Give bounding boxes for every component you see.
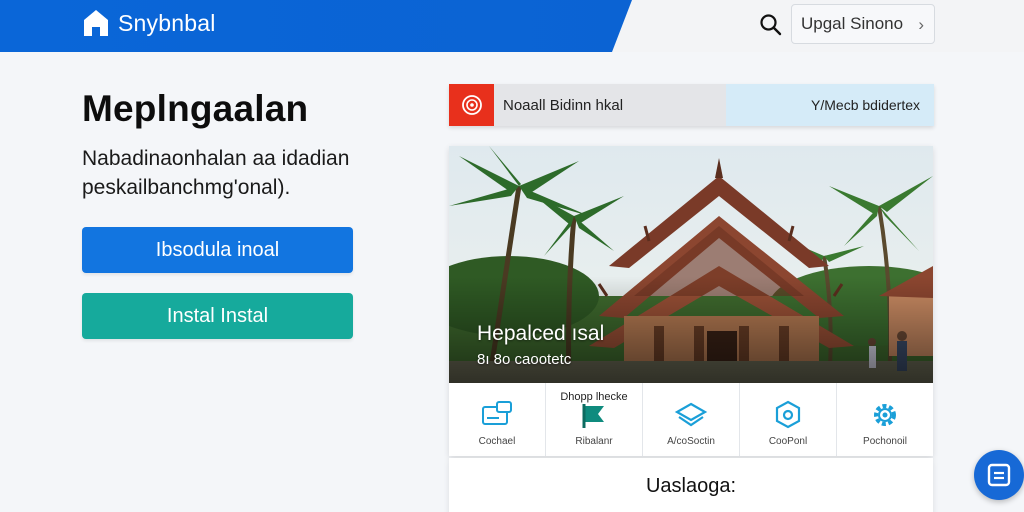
feature-card: Hepalced ısal 8ı 8o caootetc Cochael Dho…	[449, 146, 933, 456]
action-chat[interactable]: Cochael	[449, 383, 545, 456]
card-action-bar: Cochael Dhopp lhecke Ribalanr A/coSoctin	[449, 383, 933, 456]
hero-description: Nabadinaonhalan aa idadian peskailbanchm…	[82, 147, 350, 199]
brand[interactable]: Snybnbal	[82, 8, 216, 38]
action-report[interactable]: Dhopp lhecke Ribalanr	[545, 383, 642, 456]
chevron-right-icon: ›	[918, 15, 924, 34]
layers-icon	[671, 398, 711, 432]
notification-text: Noaall Bidinn hkal	[503, 96, 624, 114]
settings-gear-icon	[865, 398, 905, 432]
card-subtitle: 8ı 8o caootetc	[477, 351, 572, 368]
card-title: Hepalced ısal	[477, 322, 605, 345]
secondary-card: Uaslaoga:	[449, 458, 933, 512]
search-icon[interactable]	[758, 12, 784, 38]
home-icon	[84, 10, 108, 36]
action-top-label: Dhopp lhecke	[560, 391, 628, 403]
page-title: Meplngaalan	[82, 88, 309, 129]
chat-card-icon	[477, 398, 517, 432]
install-button[interactable]: Instal Instal	[82, 293, 353, 339]
action-settings[interactable]: Pochonoil	[836, 383, 933, 456]
chat-icon	[987, 463, 1011, 487]
notification-bar: Noaall Bidinn hkal Y/Mecb bdidertex	[449, 84, 934, 126]
chat-button[interactable]	[974, 450, 1024, 500]
alert-circle-icon	[449, 84, 494, 126]
notification-link[interactable]: Y/Mecb bdidertex	[726, 84, 934, 126]
action-label: Ribalanr	[575, 436, 613, 447]
temple-photo[interactable]	[449, 146, 933, 383]
language-select-value: Upgal Sinono	[801, 14, 904, 33]
flag-icon	[574, 398, 614, 432]
action-label: Cochael	[478, 436, 516, 447]
action-label: A/coSoctin	[667, 436, 715, 447]
action-collection[interactable]: A/coSoctin	[642, 383, 739, 456]
action-label: Pochonoil	[863, 436, 907, 447]
language-select[interactable]: Upgal Sinono ›	[791, 4, 935, 44]
target-icon	[768, 398, 808, 432]
top-header: Snybnbal Upgal Sinono ›	[0, 0, 1024, 52]
action-label: CooPonl	[768, 436, 808, 447]
action-control-panel[interactable]: CooPonl	[739, 383, 836, 456]
primary-cta-button[interactable]: Ibsodula inoal	[82, 227, 353, 273]
brand-name: Snybnbal	[118, 9, 216, 36]
secondary-card-title: Uaslaoga:	[645, 475, 737, 497]
